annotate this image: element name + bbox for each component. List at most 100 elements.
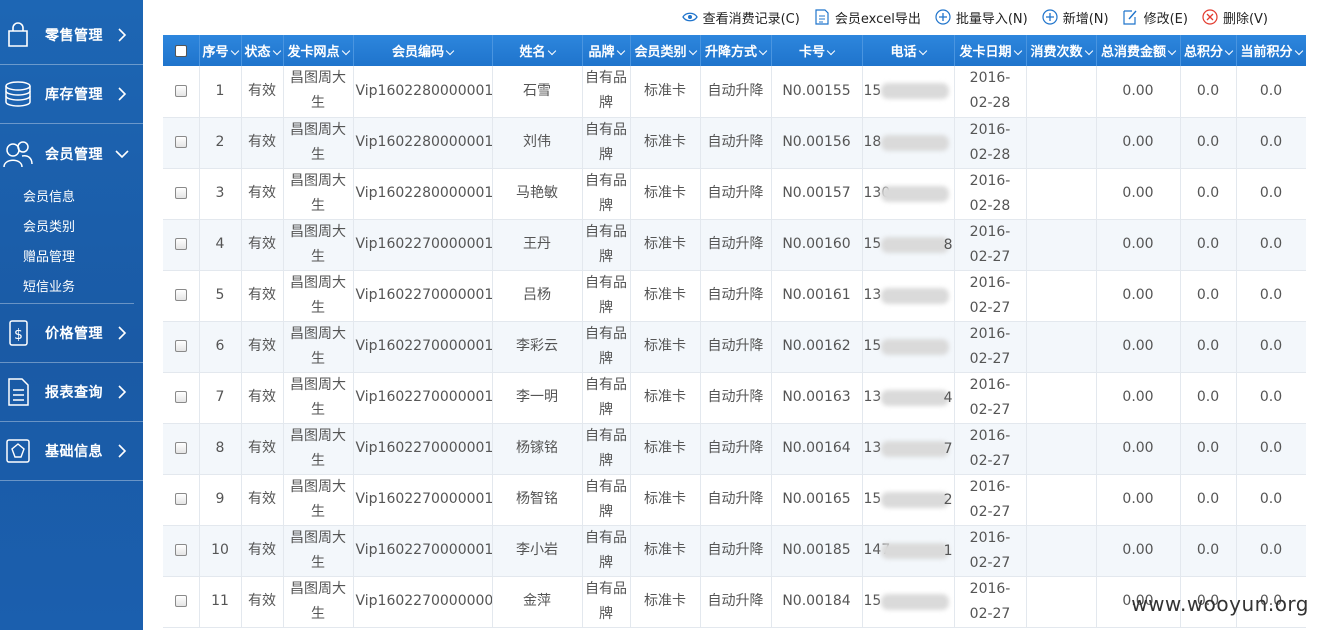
column-header[interactable]: 升降方式 [700,35,772,66]
redaction-blur [880,338,949,355]
table-row[interactable]: 8 有效 昌图周大生 Vip16022700000012 杨镓铭 自有品牌 标准卡 自动升降 N… [163,423,1306,475]
batch-import-button[interactable]: 批量导入(N) [935,8,1028,27]
add-button[interactable]: 新增(N) [1042,8,1109,27]
subnav-sms-service[interactable]: 短信业务 [23,276,75,295]
cell-brand: 自有品牌 [582,270,631,322]
phone-prefix: 15 [863,236,882,252]
column-header[interactable]: 序号 [199,35,242,66]
button-label: 删除(V) [1222,11,1268,27]
cell-member-code: Vip16022800000017 [353,168,493,220]
cell-upgrade-mode: 自动升降 [700,321,772,373]
row-checkbox[interactable] [163,117,200,169]
redaction-blur [880,236,949,253]
phone-suffix: 4 [943,389,953,406]
cell-member-type: 标准卡 [630,219,701,271]
cell-phone: 15 [862,576,955,628]
cell-brand: 自有品牌 [582,219,631,271]
nav-report-query[interactable]: 报表查询 [0,363,143,422]
cell-total-points: 0.0 [1180,474,1237,526]
delete-button[interactable]: 删除(V) [1202,8,1268,27]
cell-index: 4 [199,219,242,271]
cell-member-code: Vip16022700000013 [353,372,493,424]
cell-total-points: 0.0 [1180,219,1237,271]
cell-phone: 13 4 [862,372,955,424]
eye-icon [681,9,698,25]
nav-price-management[interactable]: $ 价格管理 [0,304,143,363]
table-row[interactable]: 7 有效 昌图周大生 Vip16022700000013 李一明 自有品牌 标准卡 自动升降 N… [163,372,1306,424]
column-header[interactable]: 消费次数 [1026,35,1097,66]
cell-index: 6 [199,321,242,373]
row-checkbox[interactable] [163,66,200,118]
table-row[interactable]: 2 有效 昌图周大生 Vip16022800000018 刘伟 自有品牌 标准卡 自动升降 N0… [163,117,1306,169]
column-header[interactable]: 电话 [862,35,955,66]
phone-prefix: 15 [863,593,882,609]
row-checkbox[interactable] [163,168,200,220]
table-row[interactable]: 4 有效 昌图周大生 Vip16022700000016 王丹 自有品牌 标准卡 自动升降 N0… [163,219,1306,271]
column-header[interactable]: 会员编码 [353,35,493,66]
column-header[interactable]: 总消费金额 [1096,35,1181,66]
cell-issue-date: 2016-02-27 [954,321,1027,373]
cell-name: 马艳敏 [492,168,583,220]
nav-retail-management[interactable]: 零售管理 [0,6,143,65]
users-icon [2,137,34,171]
cell-member-type: 标准卡 [630,117,701,169]
cell-status: 有效 [241,168,284,220]
cell-index: 9 [199,474,242,526]
cell-current-points: 0.0 [1236,270,1306,322]
column-header[interactable]: 会员类别 [630,35,701,66]
sort-icon [826,46,836,56]
subnav-member-info[interactable]: 会员信息 [23,186,75,205]
cell-name: 杨镓铭 [492,423,583,475]
table-row[interactable]: 1 有效 昌图周大生 Vip16022800000019 石雪 自有品牌 标准卡 自动升降 N0… [163,66,1306,118]
cell-visit-count [1026,423,1097,475]
view-consumption-records-button[interactable]: 查看消费记录(C) [681,8,800,27]
bag-icon [2,18,34,52]
table-row[interactable]: 9 有效 昌图周大生 Vip16022700000011 杨智铭 自有品牌 标准卡 自动升降 N… [163,474,1306,526]
cell-brand: 自有品牌 [582,372,631,424]
cell-upgrade-mode: 自动升降 [700,423,772,475]
edit-button[interactable]: 修改(E) [1123,8,1188,27]
cell-issue-date: 2016-02-27 [954,219,1027,271]
row-checkbox[interactable] [163,576,200,628]
row-checkbox[interactable] [163,474,200,526]
cell-visit-count [1026,66,1097,118]
cell-upgrade-mode: 自动升降 [700,474,772,526]
cell-branch: 昌图周大生 [283,525,354,577]
column-header[interactable]: 状态 [241,35,284,66]
column-header[interactable]: 发卡日期 [954,35,1027,66]
column-header[interactable]: 总积分 [1180,35,1237,66]
nav-member-management[interactable]: 会员管理 [0,124,143,183]
cell-phone: 13 7 [862,423,955,475]
column-header[interactable]: 品牌 [582,35,631,66]
nav-basic-info[interactable]: 基础信息 [0,422,143,481]
cell-visit-count [1026,117,1097,169]
column-header[interactable]: 发卡网点 [283,35,354,66]
cell-total-spend: 0.00 [1096,66,1181,118]
row-checkbox[interactable] [163,270,200,322]
row-checkbox[interactable] [163,525,200,577]
row-checkbox[interactable] [163,372,200,424]
sort-icon [1224,46,1234,56]
export-excel-button[interactable]: 会员excel导出 [814,8,921,27]
column-header[interactable]: 卡号 [771,35,863,66]
subnav-member-category[interactable]: 会员类别 [23,216,75,235]
column-header[interactable]: 当前积分 [1236,35,1306,66]
row-checkbox[interactable] [163,321,200,373]
nav-inventory-management[interactable]: 库存管理 [0,65,143,124]
table-row[interactable]: 3 有效 昌图周大生 Vip16022800000017 马艳敏 自有品牌 标准卡 自动升降 N… [163,168,1306,220]
select-all-checkbox[interactable] [163,35,200,66]
cell-issue-date: 2016-02-27 [954,270,1027,322]
redaction-blur [880,593,949,610]
table-row[interactable]: 6 有效 昌图周大生 Vip16022700000014 李彩云 自有品牌 标准卡 自动升降 N… [163,321,1306,373]
subnav-gift-management[interactable]: 赠品管理 [23,246,75,265]
table-row[interactable]: 5 有效 昌图周大生 Vip16022700000015 吕杨 自有品牌 标准卡 自动升降 N0… [163,270,1306,322]
cell-upgrade-mode: 自动升降 [700,270,772,322]
cell-phone: 130 [862,168,955,220]
row-checkbox[interactable] [163,219,200,271]
cell-phone: 15 8 [862,219,955,271]
table-row[interactable]: 10 有效 昌图周大生 Vip16022700000010 李小岩 自有品牌 标准卡 自动升降… [163,525,1306,577]
row-checkbox[interactable] [163,423,200,475]
sort-icon [758,46,768,56]
column-header[interactable]: 姓名 [492,35,583,66]
cell-member-code: Vip16022700000014 [353,321,493,373]
